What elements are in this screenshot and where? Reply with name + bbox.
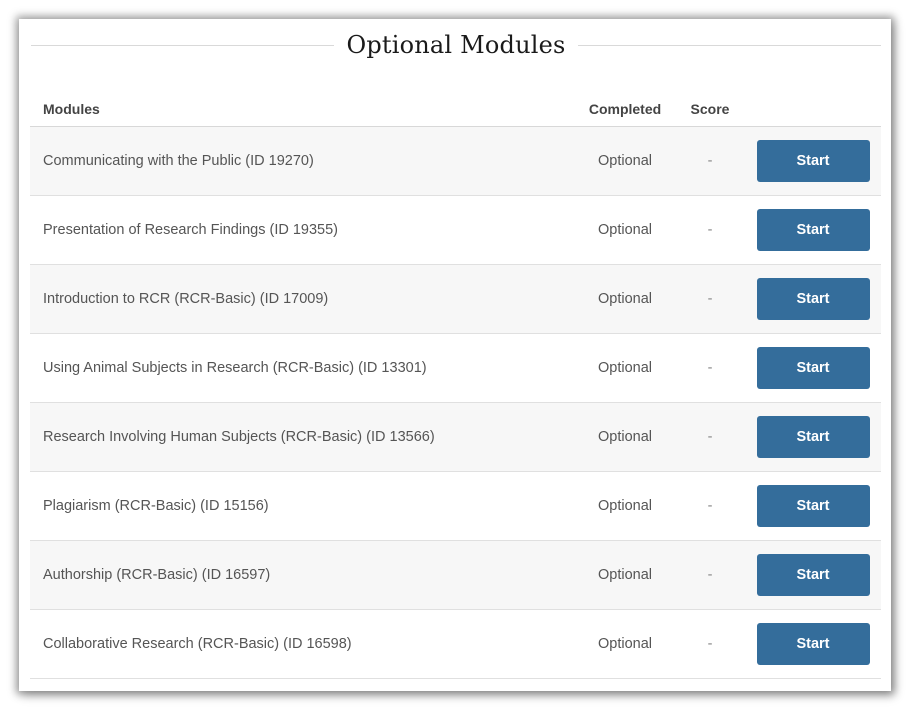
table-row: Presentation of Research Findings (ID 19… — [30, 195, 881, 265]
action-cell: Start — [745, 402, 881, 472]
header-score: Score — [675, 91, 745, 127]
module-name: Authorship (RCR-Basic) (ID 16597) — [30, 540, 575, 610]
action-cell: Start — [745, 471, 881, 541]
module-name: Plagiarism (RCR-Basic) (ID 15156) — [30, 471, 575, 541]
module-name: Communicating with the Public (ID 19270) — [30, 126, 575, 196]
score-value: - — [675, 333, 745, 403]
modules-table: Modules Completed Score Communicating wi… — [30, 91, 881, 679]
module-name: Introduction to RCR (RCR-Basic) (ID 1700… — [30, 264, 575, 334]
table-row: Introduction to RCR (RCR-Basic) (ID 1700… — [30, 264, 881, 334]
score-value: - — [675, 402, 745, 472]
table-row: Research Involving Human Subjects (RCR-B… — [30, 402, 881, 472]
start-button[interactable]: Start — [756, 623, 870, 665]
module-name: Presentation of Research Findings (ID 19… — [30, 195, 575, 265]
start-button[interactable]: Start — [756, 416, 870, 458]
action-cell: Start — [745, 609, 881, 679]
score-value: - — [675, 264, 745, 334]
score-value: - — [675, 126, 745, 196]
module-name: Research Involving Human Subjects (RCR-B… — [30, 402, 575, 472]
completed-status: Optional — [575, 540, 675, 610]
start-button[interactable]: Start — [756, 554, 870, 596]
completed-status: Optional — [575, 195, 675, 265]
table-row: Plagiarism (RCR-Basic) (ID 15156) Option… — [30, 471, 881, 541]
table-row: Communicating with the Public (ID 19270)… — [30, 126, 881, 196]
completed-status: Optional — [575, 609, 675, 679]
action-cell: Start — [745, 264, 881, 334]
action-cell: Start — [745, 540, 881, 610]
header-completed: Completed — [575, 91, 675, 127]
start-button[interactable]: Start — [756, 485, 870, 527]
completed-status: Optional — [575, 471, 675, 541]
action-cell: Start — [745, 333, 881, 403]
score-value: - — [675, 609, 745, 679]
section-title: Optional Modules — [346, 31, 566, 59]
completed-status: Optional — [575, 333, 675, 403]
table-row: Collaborative Research (RCR-Basic) (ID 1… — [30, 609, 881, 679]
action-cell: Start — [745, 126, 881, 196]
score-value: - — [675, 195, 745, 265]
completed-status: Optional — [575, 126, 675, 196]
completed-status: Optional — [575, 264, 675, 334]
table-row: Using Animal Subjects in Research (RCR-B… — [30, 333, 881, 403]
header-modules: Modules — [30, 91, 575, 127]
optional-modules-card: Optional Modules Modules Completed Score… — [19, 19, 891, 691]
score-value: - — [675, 471, 745, 541]
score-value: - — [675, 540, 745, 610]
table-header-row: Modules Completed Score — [30, 91, 881, 127]
header-action — [745, 91, 881, 127]
module-name: Using Animal Subjects in Research (RCR-B… — [30, 333, 575, 403]
section-header: Optional Modules — [31, 27, 881, 63]
completed-status: Optional — [575, 402, 675, 472]
title-rule-left — [31, 44, 335, 46]
title-rule-right — [577, 44, 881, 46]
start-button[interactable]: Start — [756, 278, 870, 320]
table-row: Authorship (RCR-Basic) (ID 16597) Option… — [30, 540, 881, 610]
start-button[interactable]: Start — [756, 347, 870, 389]
module-name: Collaborative Research (RCR-Basic) (ID 1… — [30, 609, 575, 679]
action-cell: Start — [745, 195, 881, 265]
start-button[interactable]: Start — [756, 140, 870, 182]
start-button[interactable]: Start — [756, 209, 870, 251]
